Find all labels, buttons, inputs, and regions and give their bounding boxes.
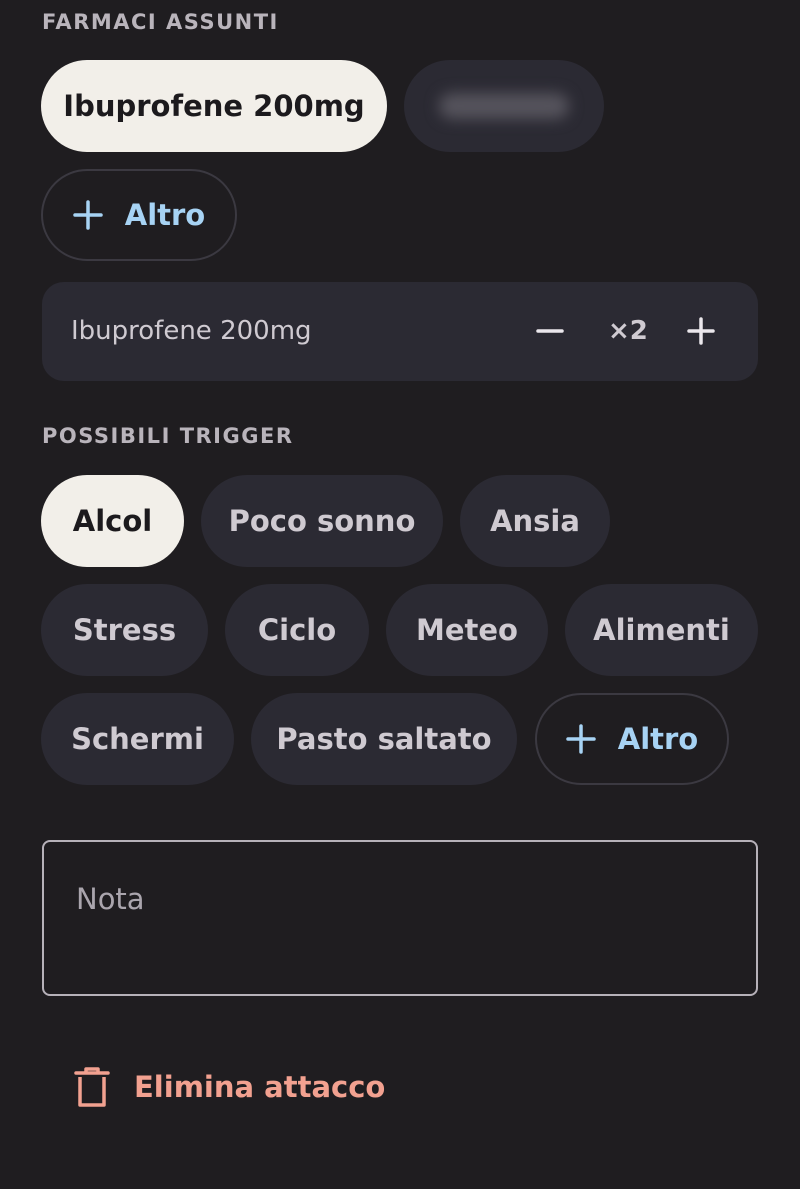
trigger-chip-ansia[interactable]: Ansia (460, 475, 610, 567)
trigger-chip-meteo[interactable]: Meteo (386, 584, 548, 676)
trigger-chip-label: Alcol (72, 504, 153, 538)
trigger-chip-alimenti[interactable]: Alimenti (565, 584, 758, 676)
triggers-section-label: POSSIBILI TRIGGER (42, 424, 294, 448)
note-placeholder: Nota (76, 882, 145, 916)
add-medication-label: Altro (124, 198, 206, 232)
trigger-chip-pasto-saltato[interactable]: Pasto saltato (251, 693, 517, 785)
trigger-chip-poco-sonno[interactable]: Poco sonno (201, 475, 443, 567)
medication-dose-row: Ibuprofene 200mg ×2 (42, 282, 758, 381)
trigger-chip-label: Schermi (71, 722, 204, 756)
medications-section-label: FARMACI ASSUNTI (42, 10, 279, 34)
trigger-chip-label: Pasto saltato (276, 722, 492, 756)
medication-chip-blurred[interactable] (404, 60, 604, 152)
dose-medication-name: Ibuprofene 200mg (71, 316, 312, 346)
blurred-medication-label (439, 93, 569, 119)
add-trigger-button[interactable]: Altro (535, 693, 729, 785)
plus-icon[interactable] (686, 316, 716, 346)
add-medication-button[interactable]: Altro (41, 169, 237, 261)
trigger-chip-label: Poco sonno (228, 504, 416, 538)
minus-icon[interactable] (535, 316, 565, 346)
trigger-chip-label: Ciclo (257, 613, 337, 647)
trash-icon (74, 1067, 110, 1107)
medication-chip[interactable]: Ibuprofene 200mg (41, 60, 387, 152)
trigger-chip-schermi[interactable]: Schermi (41, 693, 234, 785)
dose-count: ×2 (608, 316, 648, 346)
medication-chip-label: Ibuprofene 200mg (63, 89, 365, 123)
trigger-chip-label: Stress (72, 613, 177, 647)
note-field[interactable]: Nota (42, 840, 758, 996)
plus-icon (73, 200, 103, 230)
add-trigger-label: Altro (617, 722, 699, 756)
trigger-chip-ciclo[interactable]: Ciclo (225, 584, 369, 676)
trigger-chip-stress[interactable]: Stress (41, 584, 208, 676)
trigger-chip-label: Alimenti (593, 613, 730, 647)
trigger-chip-label: Ansia (490, 504, 580, 538)
delete-attack-label: Elimina attacco (134, 1070, 386, 1104)
trigger-chip-label: Meteo (416, 613, 518, 647)
plus-icon (566, 724, 596, 754)
trigger-chip-alcol[interactable]: Alcol (41, 475, 184, 567)
delete-attack-button[interactable]: Elimina attacco (72, 1062, 385, 1112)
attack-detail-page: FARMACI ASSUNTI Ibuprofene 200mg Altro I… (0, 0, 800, 1189)
